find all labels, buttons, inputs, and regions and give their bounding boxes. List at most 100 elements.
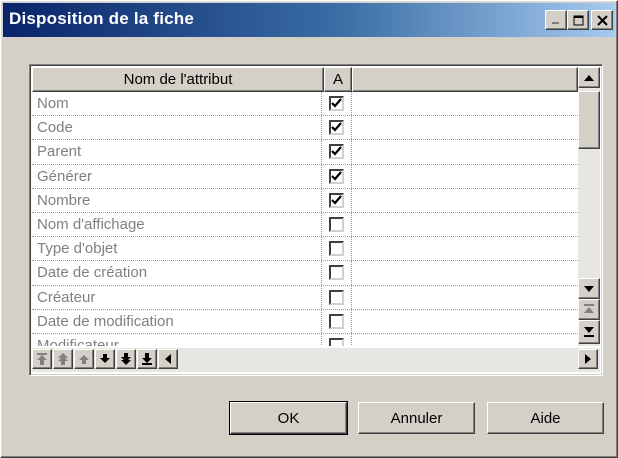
grid-rows: Nom Code Parent Générer Nombre Nom d'affichag… (32, 92, 578, 346)
arrow-left-icon (165, 354, 171, 364)
attribute-name-cell[interactable]: Modificateur (32, 333, 322, 346)
scroll-down-button[interactable] (578, 278, 600, 299)
visibility-cell (322, 333, 352, 346)
checkmark-icon (331, 170, 342, 181)
column-header-empty[interactable] (352, 67, 578, 92)
attribute-name-cell[interactable]: Parent (32, 140, 322, 164)
table-row[interactable]: Date de modification (32, 309, 578, 334)
empty-cell (352, 310, 578, 333)
move-down-page-icon (121, 353, 131, 365)
visibility-checkbox[interactable] (329, 265, 344, 281)
visibility-checkbox[interactable] (329, 96, 344, 111)
table-row[interactable]: Nom d'affichage (32, 212, 578, 238)
close-button[interactable] (591, 10, 613, 30)
visibility-checkbox[interactable] (329, 289, 344, 305)
scroll-up-button[interactable] (578, 67, 600, 88)
maximize-button[interactable] (567, 10, 589, 30)
move-down-button[interactable] (95, 349, 115, 369)
empty-cell (352, 189, 578, 212)
table-row[interactable]: Nom (32, 92, 578, 117)
scroll-right-button[interactable] (578, 349, 598, 369)
visibility-cell (322, 237, 352, 261)
move-top-button[interactable] (32, 349, 52, 369)
move-up-icon (79, 355, 89, 364)
visibility-checkbox[interactable] (329, 192, 344, 208)
visibility-checkbox[interactable] (329, 337, 344, 346)
visibility-cell (322, 116, 352, 140)
visibility-checkbox[interactable] (329, 144, 344, 160)
attribute-grid: Nom de l'attribut A Nom Code Parent Générer… (29, 64, 603, 376)
visibility-cell (322, 92, 352, 116)
move-bottom-icon (142, 353, 152, 365)
minimize-icon (546, 11, 566, 29)
table-row[interactable]: Date de création (32, 261, 578, 286)
vertical-scrollbar[interactable] (578, 67, 600, 346)
close-icon (592, 11, 612, 29)
dialog-window: Disposition de la fiche Nom de l'attribu… (0, 0, 618, 458)
scroll-left-button[interactable] (158, 349, 178, 369)
visibility-cell (322, 140, 352, 164)
visibility-checkbox[interactable] (329, 241, 344, 257)
attribute-name-cell[interactable]: Créateur (32, 285, 322, 309)
empty-cell (352, 165, 578, 188)
empty-cell (352, 92, 578, 115)
attribute-name-cell[interactable]: Générer (32, 164, 322, 188)
table-row[interactable]: Générer (32, 164, 578, 189)
visibility-checkbox[interactable] (329, 168, 344, 184)
attribute-name-cell[interactable]: Nombre (32, 188, 322, 212)
scroll-bottom-button[interactable] (578, 320, 600, 344)
arrow-right-icon (585, 354, 591, 364)
checkmark-icon (331, 146, 342, 156)
table-row[interactable]: Parent (32, 140, 578, 165)
maximize-icon (568, 11, 588, 29)
table-row[interactable]: Type d'objet (32, 237, 578, 262)
move-up-button[interactable] (74, 349, 94, 369)
move-bottom-button[interactable] (137, 349, 157, 369)
horizontal-toolbar-scrollbar (32, 348, 600, 372)
visibility-cell (322, 261, 352, 285)
arrow-down-icon (584, 285, 594, 292)
column-header-attribute-name[interactable]: Nom de l'attribut (32, 67, 324, 92)
scroll-top-icon (584, 304, 594, 313)
move-down-page-button[interactable] (116, 349, 136, 369)
visibility-checkbox[interactable] (329, 216, 344, 232)
visibility-cell (322, 212, 352, 237)
checkmark-icon (331, 195, 342, 205)
table-row[interactable]: Nombre (32, 188, 578, 213)
minimize-button[interactable] (545, 10, 567, 30)
scroll-thumb[interactable] (578, 91, 600, 149)
empty-cell (352, 237, 578, 260)
scroll-bottom-icon (584, 326, 594, 337)
scroll-top-button[interactable] (578, 299, 600, 320)
visibility-cell (322, 188, 352, 212)
attribute-name-cell[interactable]: Nom (32, 92, 322, 116)
visibility-checkbox[interactable] (329, 313, 344, 329)
attribute-name-cell[interactable]: Code (32, 116, 322, 140)
visibility-cell (322, 164, 352, 188)
table-row[interactable]: Code (32, 116, 578, 141)
visibility-cell (322, 309, 352, 333)
empty-cell (352, 213, 578, 236)
arrow-up-icon (584, 74, 594, 81)
attribute-name-cell[interactable]: Date de création (32, 261, 322, 285)
table-row[interactable]: Créateur (32, 285, 578, 310)
attribute-name-cell[interactable]: Date de modification (32, 309, 322, 333)
move-up-page-button[interactable] (53, 349, 73, 369)
move-down-icon (100, 354, 110, 363)
column-header-a[interactable]: A (324, 67, 352, 92)
empty-cell (352, 286, 578, 309)
empty-cell (352, 140, 578, 163)
attribute-name-cell[interactable]: Nom d'affichage (32, 212, 322, 237)
cancel-button[interactable]: Annuler (358, 402, 475, 434)
attribute-name-cell[interactable]: Type d'objet (32, 237, 322, 261)
dialog-title: Disposition de la fiche (9, 9, 195, 28)
visibility-checkbox[interactable] (329, 120, 344, 136)
help-button[interactable]: Aide (487, 402, 604, 434)
empty-cell (352, 261, 578, 284)
ok-button[interactable]: OK (229, 401, 348, 435)
checkmark-icon (331, 122, 342, 132)
table-row[interactable]: Modificateur (32, 333, 578, 346)
empty-cell (352, 116, 578, 139)
checkmark-icon (331, 98, 342, 108)
title-bar[interactable]: Disposition de la fiche (3, 3, 615, 37)
